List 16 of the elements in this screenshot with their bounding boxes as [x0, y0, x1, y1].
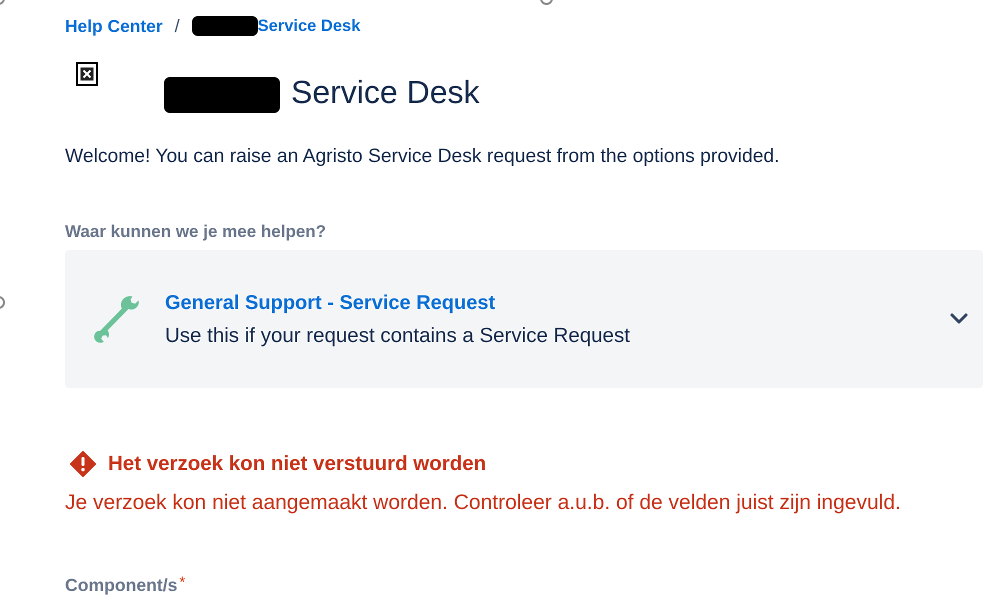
request-type-title: General Support - Service Request [165, 292, 496, 314]
field-label: Component/s [65, 575, 178, 595]
request-type-select[interactable]: General Support - Service Request Use this if your request contains a Service Request [65, 250, 983, 388]
breadcrumb-link[interactable]: Help Center [65, 16, 163, 36]
breadcrumb-separator: / [174, 16, 180, 36]
broken-image-icon [76, 62, 98, 86]
page-title: Service Desk [291, 73, 480, 111]
required-mark: * [179, 575, 186, 591]
request-type-label: Waar kunnen we je mee helpen? [65, 223, 328, 241]
request-type-description: Use this if your request contains a Service Request [165, 324, 631, 346]
error-message: Je verzoek kon niet aangemaakt worden. Controleer a.u.b. of de velden juist zijn ingevuld. [65, 491, 902, 515]
error-title: Het verzoek kon niet verstuurd worden [108, 452, 486, 476]
welcome-text: Welcome! You can raise an Agristo Service Desk request from the options provided. [65, 145, 780, 169]
wrench-icon [92, 294, 140, 344]
breadcrumb-link[interactable]: Service Desk [258, 16, 360, 36]
error-icon [70, 451, 96, 477]
